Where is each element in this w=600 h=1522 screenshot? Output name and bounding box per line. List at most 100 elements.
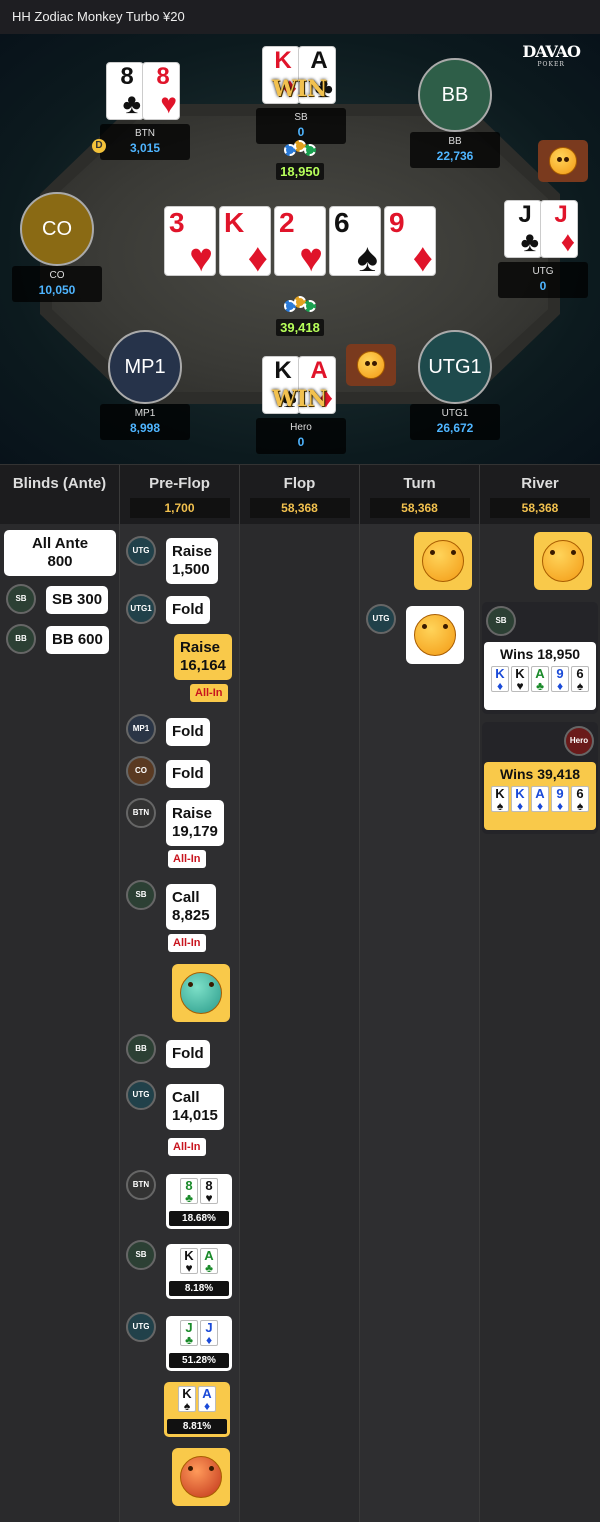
ante-bubble: All Ante 800: [4, 530, 116, 576]
emote-bubble: [534, 532, 592, 590]
column-river: SB Wins 18,950 K ♦ K ♥ A ♣ 9 ♦ 6 ♠ Hero Wins 39,4…: [480, 524, 600, 1522]
win-banner: WIN: [272, 76, 328, 102]
hole-card: 8 ♣: [106, 62, 144, 120]
main-pot: 39,418: [270, 294, 330, 336]
emoji-face-icon: [180, 1456, 222, 1498]
seat-co[interactable]: CO CO 10,050: [12, 192, 102, 302]
emote-bubble: [538, 140, 588, 182]
position-badge: UTG: [366, 604, 396, 634]
mini-card: 8 ♥: [200, 1178, 218, 1205]
seat-plate: BTN 3,015: [100, 124, 190, 160]
seat-plate: CO 10,050: [12, 266, 102, 302]
column-flop: [240, 524, 360, 1522]
seat-plate: MP1 8,998: [100, 404, 190, 440]
avatar: CO: [20, 192, 94, 266]
title-bar: HH Zodiac Monkey Turbo ¥20: [0, 0, 600, 34]
emote-bubble: [346, 344, 396, 386]
column-turn: UTG: [360, 524, 480, 1522]
position-badge: SB: [126, 880, 156, 910]
dealer-button-icon: D: [92, 139, 106, 153]
equity-percent: 51.28%: [169, 1353, 229, 1368]
crying-emoji-icon: [180, 972, 222, 1014]
column-preflop: UTG Raise 1,500 UTG1 Fold Raise 16,164 All…: [120, 524, 240, 1522]
seat-bb[interactable]: BB BB 22,736: [410, 58, 500, 168]
position-badge: UTG: [126, 1312, 156, 1342]
action-bubble: Call 8,825: [166, 884, 216, 930]
equity-card: K ♥ A ♣ 8.18%: [166, 1244, 232, 1299]
hand-title: HH Zodiac Monkey Turbo ¥20: [12, 9, 185, 24]
position-badge: Hero: [564, 726, 594, 756]
street-header: Blinds (Ante) Pre-Flop 1,700 Flop 58,368 T…: [0, 464, 600, 525]
hero-action-bubble: Raise 16,164: [174, 634, 232, 680]
equity-card: 8 ♣ 8 ♥ 18.68%: [166, 1174, 232, 1229]
mini-card: J ♦: [200, 1320, 218, 1347]
action-bubble: Raise 19,179: [166, 800, 224, 846]
action-bubble: Fold: [166, 760, 210, 788]
position-badge: BB: [6, 624, 36, 654]
wins-label: Wins 39,418: [499, 766, 581, 782]
shocked-emoji-icon: [422, 540, 464, 582]
seat-plate: UTG1 26,672: [410, 404, 500, 440]
action-bubble: Fold: [166, 596, 210, 624]
seat-btn[interactable]: 8 ♣ 8 ♥ BTN 3,015: [100, 62, 190, 160]
allin-badge: All-In: [168, 934, 206, 952]
col-head-turn: Turn 58,368: [360, 465, 480, 525]
seat-utg1[interactable]: UTG1 UTG1 26,672: [410, 330, 500, 440]
chip-stack-icon: [280, 294, 320, 320]
money-eyes-emoji-icon: [542, 540, 584, 582]
position-badge: BTN: [126, 798, 156, 828]
board-card: K ♦: [219, 206, 271, 279]
position-badge: UTG: [126, 1080, 156, 1110]
seat-mp1[interactable]: MP1 MP1 8,998: [100, 330, 190, 440]
equity-percent: 18.68%: [169, 1211, 229, 1226]
allin-badge: All-In: [190, 684, 228, 702]
seat-sb[interactable]: K ♦ A ♣ WIN SB 0: [256, 46, 346, 144]
equity-percent: 8.81%: [167, 1419, 227, 1434]
allin-badge: All-In: [168, 1138, 206, 1156]
emoji-face-icon: [549, 147, 577, 175]
position-badge: BB: [126, 1034, 156, 1064]
avatar: BB: [418, 58, 492, 132]
position-badge: UTG1: [126, 594, 156, 624]
mini-card: J ♣: [180, 1320, 198, 1347]
position-badge: CO: [126, 756, 156, 786]
seat-plate: Hero 0: [256, 418, 346, 454]
mini-card: A ♣: [200, 1248, 218, 1275]
avatar: UTG1: [418, 330, 492, 404]
emote-bubble: [172, 964, 230, 1022]
chip-stack-icon: [280, 138, 320, 164]
equity-card: J ♣ J ♦ 51.28%: [166, 1316, 232, 1371]
action-history: All Ante 800 SB SB 300 BB BB 600 UTG Rais…: [0, 524, 600, 1522]
seat-hero[interactable]: K ♠ A ♦ WIN Hero 0: [256, 356, 346, 454]
emoji-face-icon: [357, 351, 385, 379]
side-pot: 18,950: [270, 138, 330, 180]
action-bubble: Fold: [166, 1040, 210, 1068]
col-head-preflop: Pre-Flop 1,700: [120, 465, 240, 525]
action-bubble: SB 300: [46, 586, 109, 614]
board-card: 6 ♠: [329, 206, 381, 279]
mini-card: K ♠: [178, 1386, 196, 1413]
action-bubble: Raise 1,500: [166, 538, 219, 584]
mini-card: A ♣: [531, 666, 549, 693]
thinking-emoji-icon: [414, 614, 456, 656]
action-bubble: Call 14,015: [166, 1084, 224, 1130]
mini-card: 8 ♣: [180, 1178, 198, 1205]
position-badge: SB: [126, 1240, 156, 1270]
poker-table: DAVAO POKER 8 ♣ 8 ♥ BTN 3,015 D K ♦ A ♣ WIN SB…: [0, 34, 600, 464]
hero-wins-panel: Hero Wins 39,418 K ♠ K ♦ A ♦ 9 ♦ 6 ♠: [482, 722, 598, 834]
position-badge: BTN: [126, 1170, 156, 1200]
mini-card: 6 ♠: [571, 666, 589, 693]
hero-equity-card: K ♠ A ♦ 8.81%: [164, 1382, 230, 1437]
seat-utg[interactable]: J ♣ J ♦ UTG 0: [498, 200, 588, 298]
position-badge: SB: [6, 584, 36, 614]
mini-card: K ♥: [511, 666, 529, 693]
davao-logo: DAVAO POKER: [522, 42, 581, 68]
wins-label: Wins 18,950: [499, 646, 581, 662]
col-head-river: River 58,368: [480, 465, 600, 525]
column-blinds: All Ante 800 SB SB 300 BB BB 600: [0, 524, 120, 1522]
hole-card: 8 ♥: [142, 62, 180, 120]
board-card: 9 ♦: [384, 206, 436, 279]
emote-bubble: [172, 1448, 230, 1506]
emote-bubble: [406, 606, 464, 664]
emote-bubble: [414, 532, 472, 590]
